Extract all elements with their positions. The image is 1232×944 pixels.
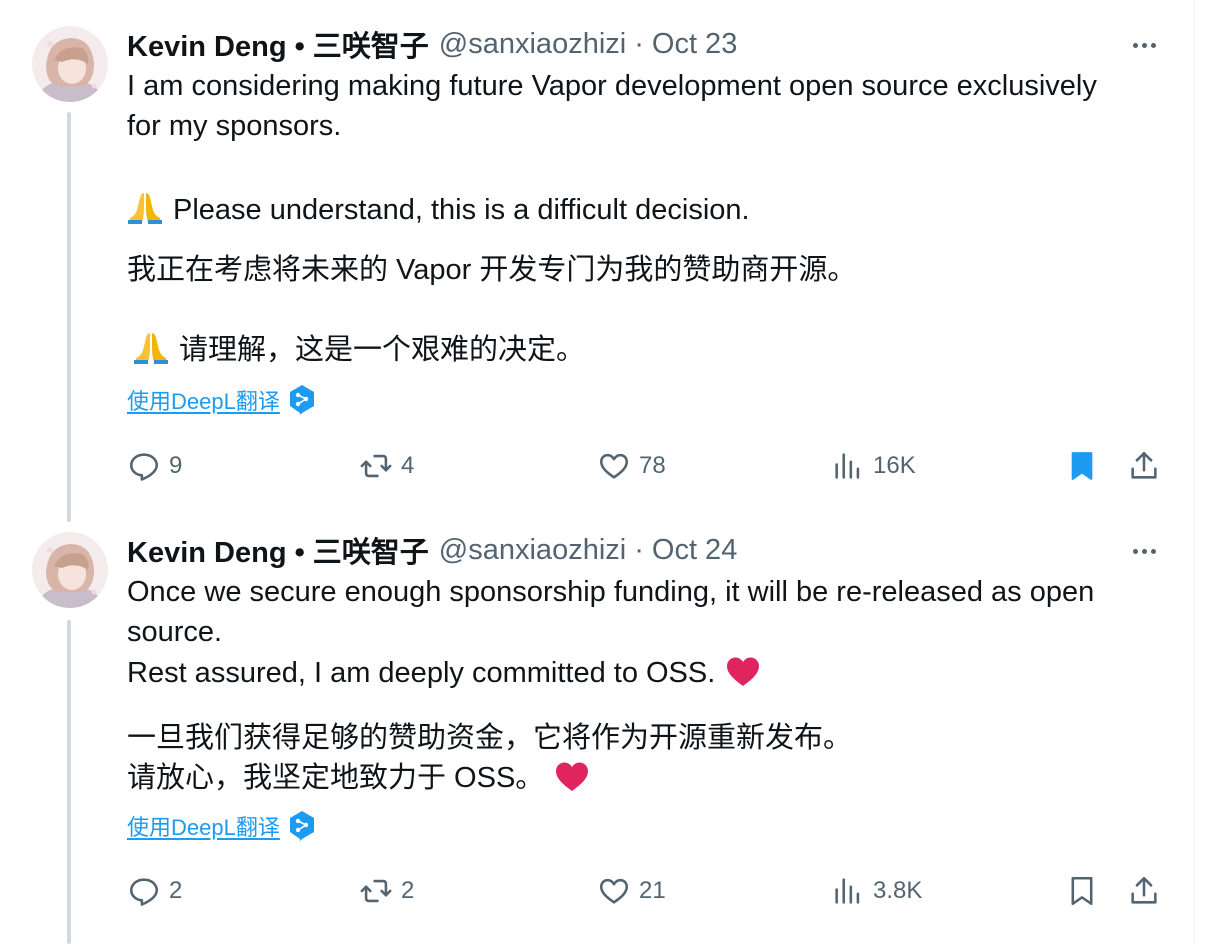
translate-label[interactable]: 使用DeepL翻译: [127, 384, 280, 416]
reply-button[interactable]: 9: [127, 446, 182, 486]
separator-dot: ·: [634, 533, 644, 566]
retweet-count: 4: [401, 452, 415, 479]
more-options-button[interactable]: [1124, 530, 1164, 570]
tweet-text-line: I am considering making future Vapor dev…: [127, 70, 1097, 102]
like-icon: [599, 878, 629, 904]
bookmark-button[interactable]: [1065, 446, 1099, 486]
tweet-text: Rest assured, I am deeply committed to O…: [127, 657, 716, 689]
tweet-text-line: for my sponsors.: [127, 110, 342, 142]
like-button[interactable]: 78: [597, 446, 666, 486]
more-icon: [1131, 541, 1158, 559]
tweet-text: 请理解，这是一个艰难的决定。: [179, 334, 586, 366]
like-icon: [599, 453, 629, 479]
more-options-button[interactable]: [1124, 24, 1164, 64]
view-count: 16K: [873, 452, 916, 479]
tweet-text-line-with-emoji: 请理解，这是一个艰难的决定。: [133, 326, 585, 368]
retweet-button[interactable]: 2: [359, 871, 414, 911]
share-icon: [1131, 876, 1157, 904]
tweet-text-line: 一旦我们获得足够的赞助资金，它将作为开源重新发布。: [127, 722, 853, 754]
tweet-text-line-with-emoji: Please understand, this is a difficult d…: [127, 190, 750, 227]
share-button[interactable]: [1127, 871, 1161, 911]
separator-dot: ·: [634, 27, 644, 60]
reply-button[interactable]: 2: [127, 871, 182, 911]
like-button[interactable]: 21: [597, 871, 666, 911]
views-icon: [835, 878, 860, 904]
tweet-text: 请放心，我坚定地致力于 OSS。: [127, 762, 545, 794]
pray-emoji-icon: [128, 193, 162, 224]
tweet-actions: 9 4 78 16K: [127, 446, 1167, 486]
tweet-header: Kevin Deng • 三咲智子 @sanxiaozhizi · Oct 24: [127, 530, 1167, 570]
retweet-count: 2: [401, 877, 415, 904]
reply-count: 9: [169, 452, 183, 479]
timeline-border: [1194, 0, 1195, 944]
author-name[interactable]: Kevin Deng • 三咲智子: [127, 529, 429, 571]
tweet-header: Kevin Deng • 三咲智子 @sanxiaozhizi · Oct 23: [127, 24, 1167, 64]
deepl-icon[interactable]: [288, 810, 316, 842]
like-count: 78: [639, 452, 666, 479]
reply-count: 2: [169, 877, 183, 904]
translate-label[interactable]: 使用DeepL翻译: [127, 810, 280, 842]
pray-emoji-icon: [134, 333, 168, 364]
thread-connector-line: [67, 112, 71, 522]
tweet-text-line-with-emoji: Rest assured, I am deeply committed to O…: [127, 656, 761, 690]
share-icon: [1131, 451, 1157, 479]
bookmark-icon: [1071, 876, 1093, 906]
heart-emoji-icon: [556, 762, 589, 791]
more-icon: [1131, 35, 1158, 53]
avatar[interactable]: [32, 26, 108, 102]
avatar[interactable]: [32, 532, 108, 608]
reply-icon: [129, 878, 159, 906]
tweet-text-line: 我正在考虑将未来的 Vapor 开发专门为我的赞助商开源。: [127, 254, 857, 286]
tweet-date[interactable]: Oct 24: [652, 534, 737, 567]
bookmark-icon: [1071, 452, 1093, 480]
views-button[interactable]: 3.8K: [831, 871, 922, 911]
reply-icon: [129, 453, 159, 481]
retweet-icon: [360, 879, 392, 903]
retweet-button[interactable]: 4: [359, 446, 414, 486]
tweet-text-line-with-emoji: 请放心，我坚定地致力于 OSS。: [127, 754, 590, 796]
tweet-text: Please understand, this is a difficult d…: [173, 194, 750, 226]
tweet-text-line: source.: [127, 616, 223, 648]
translate-link[interactable]: 使用DeepL翻译: [127, 809, 316, 843]
bookmark-button[interactable]: [1065, 871, 1099, 911]
heart-emoji-icon: [727, 657, 760, 686]
retweet-icon: [360, 454, 392, 478]
author-handle[interactable]: @sanxiaozhizi: [439, 534, 626, 567]
like-count: 21: [639, 877, 666, 904]
tweet-actions: 2 2 21 3.8K: [127, 871, 1167, 911]
view-count: 3.8K: [873, 877, 923, 904]
deepl-icon[interactable]: [288, 384, 316, 416]
tweet-date[interactable]: Oct 23: [652, 28, 737, 61]
translate-link[interactable]: 使用DeepL翻译: [127, 383, 316, 417]
author-name[interactable]: Kevin Deng • 三咲智子: [127, 23, 429, 65]
views-button[interactable]: 16K: [831, 446, 916, 486]
tweet-text-line: Once we secure enough sponsorship fundin…: [127, 576, 1095, 608]
views-icon: [835, 453, 860, 479]
share-button[interactable]: [1127, 446, 1161, 486]
author-handle[interactable]: @sanxiaozhizi: [439, 28, 626, 61]
thread-connector-line: [67, 620, 71, 944]
